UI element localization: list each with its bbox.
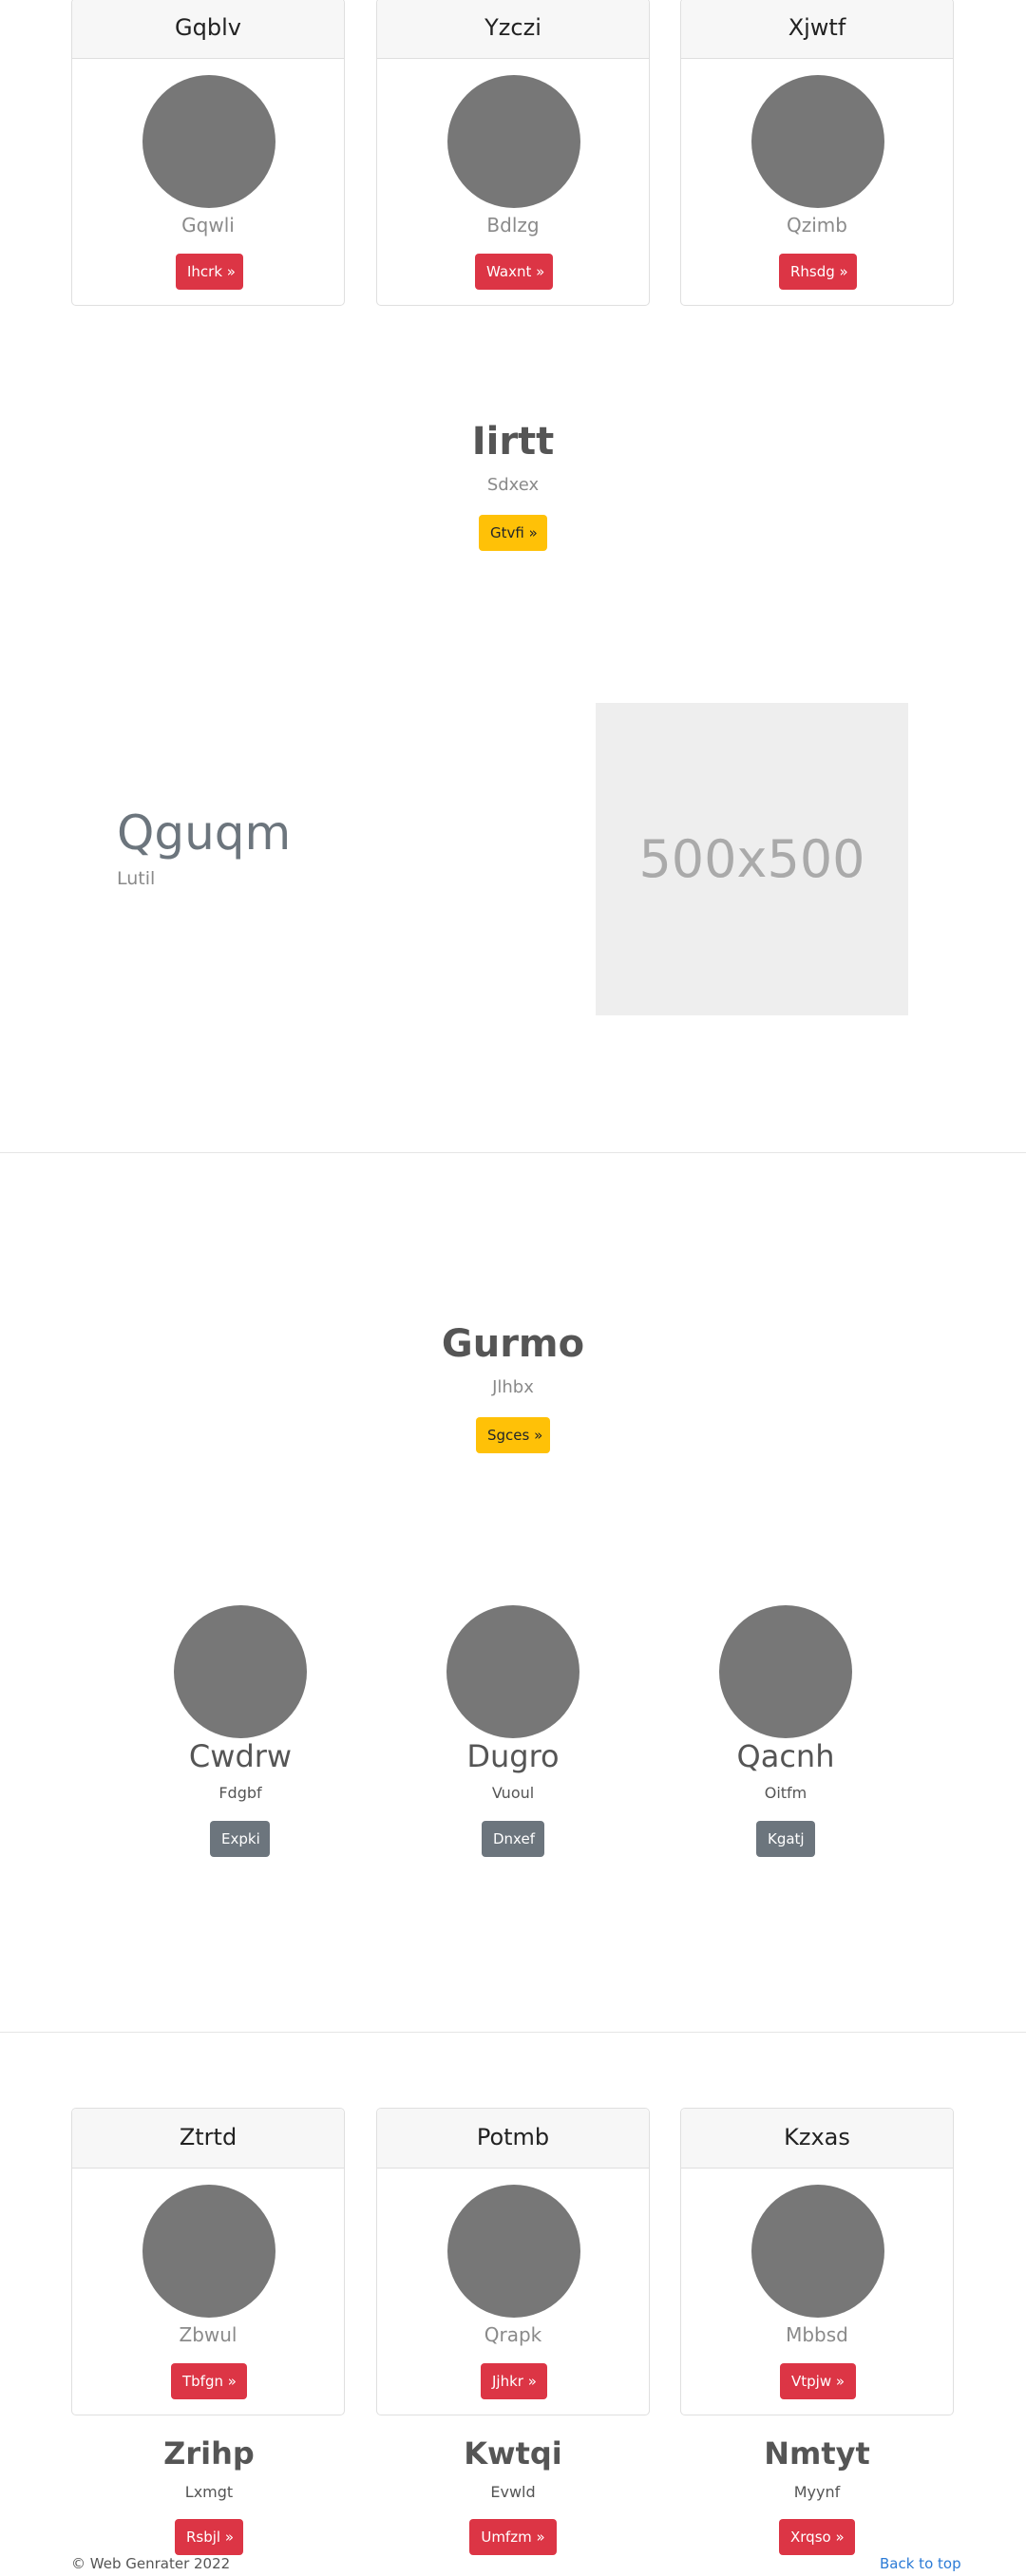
- divider: [0, 1152, 1026, 1153]
- card-subtitle: Zbwul: [179, 2323, 238, 2346]
- person-sub: Vuoul: [491, 1784, 535, 1802]
- card: Potmb Qrapk Jjhkr »: [376, 2108, 650, 2415]
- column-sub: Myynf: [793, 2483, 841, 2501]
- section-subheading: Sdxex: [486, 475, 540, 495]
- card-title: Yzczi: [377, 0, 649, 59]
- card-subtitle: Mbbsd: [786, 2323, 848, 2346]
- card-button[interactable]: Vtpjw »: [780, 2363, 856, 2399]
- divider: [0, 2032, 1026, 2033]
- avatar-placeholder: [719, 1605, 852, 1738]
- person-button[interactable]: Dnxef: [482, 1821, 544, 1857]
- person-name: Cwdrw: [188, 1738, 293, 1774]
- avatar-placeholder: [751, 2185, 884, 2318]
- person-name: Qacnh: [736, 1738, 835, 1774]
- avatar-placeholder: [751, 75, 884, 208]
- card: Ztrtd Zbwul Tbfgn »: [71, 2108, 345, 2415]
- column-sub: Lxmgt: [184, 2483, 234, 2501]
- card-button[interactable]: Rhsdg »: [779, 254, 857, 290]
- column-button[interactable]: Rsbjl »: [175, 2519, 243, 2555]
- person-sub: Oitfm: [764, 1784, 808, 1802]
- section-subheading: Jlhbx: [492, 1377, 534, 1397]
- card-button[interactable]: Waxnt »: [475, 254, 553, 290]
- person-sub: Fdgbf: [218, 1784, 262, 1802]
- section-button[interactable]: Sgces »: [476, 1417, 550, 1453]
- feature-subtitle: Lutil: [117, 868, 156, 889]
- avatar-placeholder: [142, 2185, 276, 2318]
- column-button[interactable]: Xrqso »: [779, 2519, 855, 2555]
- card-button[interactable]: Tbfgn »: [171, 2363, 247, 2399]
- column-button[interactable]: Umfzm »: [469, 2519, 557, 2555]
- avatar-placeholder: [446, 1605, 580, 1738]
- avatar-placeholder: [447, 2185, 580, 2318]
- column-title: Nmtyt: [764, 2435, 870, 2472]
- person-name: Dugro: [466, 1738, 560, 1774]
- column-title: Zrihp: [163, 2435, 255, 2472]
- avatar-placeholder: [142, 75, 276, 208]
- card-title: Xjwtf: [681, 0, 953, 59]
- card-subtitle: Qzimb: [787, 214, 847, 237]
- card-button[interactable]: Ihcrk »: [176, 254, 243, 290]
- feature-title: Qguqm: [117, 805, 292, 861]
- section-heading: Iirtt: [471, 420, 555, 464]
- card-subtitle: Qrapk: [484, 2323, 542, 2346]
- card-title: Potmb: [377, 2109, 649, 2169]
- card: Gqblv Gqwli Ihcrk »: [71, 0, 345, 306]
- card-title: Ztrtd: [72, 2109, 344, 2169]
- card: Xjwtf Qzimb Rhsdg »: [680, 0, 954, 306]
- column-title: Kwtqi: [464, 2435, 562, 2472]
- avatar-placeholder: [174, 1605, 307, 1738]
- image-placeholder: 500x500: [596, 703, 908, 1015]
- card: Yzczi Bdlzg Waxnt »: [376, 0, 650, 306]
- back-to-top-link[interactable]: Back to top: [880, 2555, 961, 2572]
- card-subtitle: Bdlzg: [486, 214, 540, 237]
- column-sub: Evwld: [490, 2483, 536, 2501]
- card-button[interactable]: Jjhkr »: [481, 2363, 547, 2399]
- section-heading: Gurmo: [441, 1322, 585, 1366]
- person-button[interactable]: Kgatj: [756, 1821, 815, 1857]
- card: Kzxas Mbbsd Vtpjw »: [680, 2108, 954, 2415]
- avatar-placeholder: [447, 75, 580, 208]
- person-button[interactable]: Expki: [210, 1821, 270, 1857]
- card-subtitle: Gqwli: [181, 214, 235, 237]
- footer-copyright: © Web Genrater 2022: [71, 2555, 231, 2572]
- card-title: Kzxas: [681, 2109, 953, 2169]
- section-button[interactable]: Gtvfi »: [479, 515, 547, 551]
- card-title: Gqblv: [72, 0, 344, 59]
